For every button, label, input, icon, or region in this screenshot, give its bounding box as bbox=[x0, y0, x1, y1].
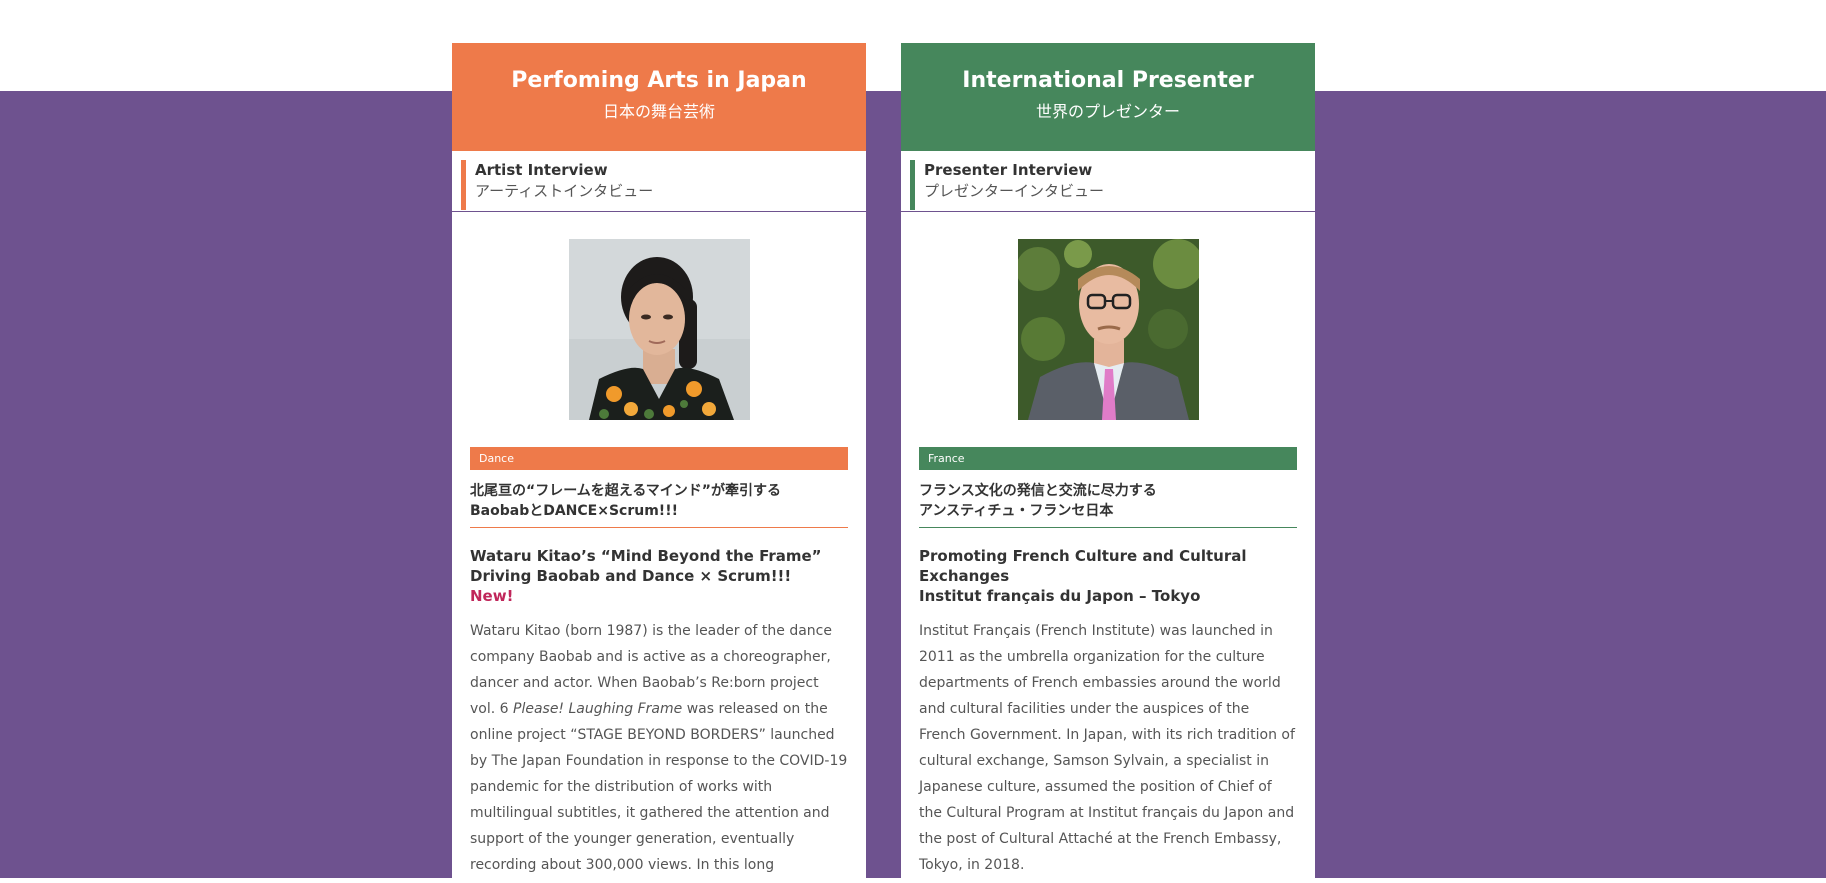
article-title-ja[interactable]: 北尾亘の“フレームを超えるマインド”が牽引する BaobabとDANCE×Scr… bbox=[470, 481, 848, 528]
card-header[interactable]: Perfoming Arts in Japan 日本の舞台芸術 bbox=[452, 43, 866, 151]
excerpt-part2: was released on the online project “STAG… bbox=[470, 701, 848, 873]
card-header-subtitle: 世界のプレゼンター bbox=[1035, 102, 1180, 121]
section-title-en: Artist Interview bbox=[475, 161, 608, 179]
new-badge: New! bbox=[470, 587, 514, 605]
card-header-subtitle: 日本の舞台芸術 bbox=[602, 102, 715, 121]
section-accent-bar bbox=[461, 160, 466, 210]
card-header-title[interactable]: Perfoming Arts in Japan bbox=[452, 67, 866, 95]
section-heading: Artist Interview アーティストインタビュー bbox=[452, 151, 866, 212]
section-title-ja: プレゼンターインタビュー bbox=[924, 182, 1105, 200]
article-title-en-line1: Wataru Kitao’s “Mind Beyond the Frame” bbox=[470, 547, 822, 565]
artist-photo[interactable] bbox=[568, 239, 750, 420]
excerpt-italic-title: Please! Laughing Frame bbox=[513, 701, 683, 717]
card-header[interactable]: International Presenter 世界のプレゼンター bbox=[901, 43, 1315, 151]
performing-arts-card: Perfoming Arts in Japan 日本の舞台芸術 Artist I… bbox=[452, 43, 866, 883]
section-title-en: Presenter Interview bbox=[924, 161, 1093, 179]
article-title-ja[interactable]: フランス文化の発信と交流に尽力する アンスティチュ・フランセ日本 bbox=[919, 481, 1297, 528]
article-excerpt: Institut Français (French Institute) was… bbox=[919, 623, 1295, 873]
article-title-en-line1: Promoting French Culture and Cultural Ex… bbox=[919, 547, 1247, 585]
photo-container bbox=[901, 239, 1315, 420]
article-title-ja-line2: BaobabとDANCE×Scrum!!! bbox=[470, 503, 678, 519]
category-tag-france[interactable]: France bbox=[919, 447, 1297, 470]
article-title-ja-line1: 北尾亘の“フレームを超えるマインド”が牽引する bbox=[470, 483, 782, 499]
article-title-en-line2: Driving Baobab and Dance × Scrum!!! bbox=[470, 567, 792, 585]
article-excerpt: Wataru Kitao (born 1987) is the leader o… bbox=[470, 618, 848, 878]
international-presenter-card: International Presenter 世界のプレゼンター Presen… bbox=[901, 43, 1315, 883]
presenter-photo[interactable] bbox=[1017, 239, 1199, 420]
article-title-en[interactable]: Wataru Kitao’s “Mind Beyond the Frame” D… bbox=[470, 546, 848, 606]
card-header-title[interactable]: International Presenter bbox=[901, 67, 1315, 95]
photo-container bbox=[452, 239, 866, 420]
article-title-en[interactable]: Promoting French Culture and Cultural Ex… bbox=[919, 546, 1297, 606]
section-title-ja: アーティストインタビュー bbox=[475, 182, 654, 200]
section-heading: Presenter Interview プレゼンターインタビュー bbox=[901, 151, 1315, 212]
category-tag-dance[interactable]: Dance bbox=[470, 447, 848, 470]
section-accent-bar bbox=[910, 160, 915, 210]
article-title-en-line2: Institut français du Japon – Tokyo bbox=[919, 587, 1201, 605]
article-title-ja-line1: フランス文化の発信と交流に尽力する bbox=[919, 483, 1157, 499]
article-title-ja-line2: アンスティチュ・フランセ日本 bbox=[919, 503, 1114, 519]
